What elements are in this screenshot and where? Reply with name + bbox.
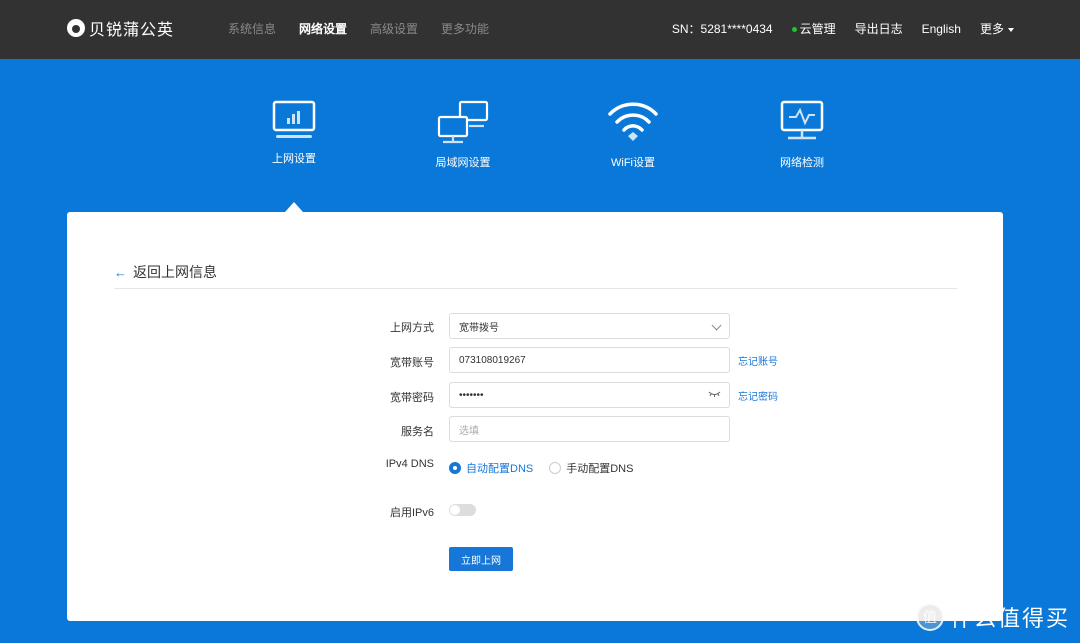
right-nav: SN：5281****0434 云管理 导出日志 English 更多: [672, 20, 1014, 37]
ipv6-label: 启用IPv6: [389, 507, 434, 519]
caret-down-icon: [1008, 27, 1014, 32]
password-label: 宽带密码: [390, 392, 434, 404]
watermark: 值 什么值得买: [915, 601, 1070, 633]
logo-icon: [67, 19, 85, 37]
chevron-down-icon: [711, 320, 722, 331]
serial-number: SN：5281****0434: [671, 22, 773, 36]
main-nav: 系统信息 网络设置 高级设置 更多功能: [228, 20, 489, 37]
radio-label: 自动配置DNS: [466, 463, 534, 475]
brand-name: 贝锐蒲公英: [89, 22, 175, 39]
more-dropdown[interactable]: 更多: [980, 20, 1014, 37]
service-name-label: 服务名: [401, 426, 434, 438]
nav-system-info[interactable]: 系统信息: [228, 20, 276, 37]
radio-checked-icon: [449, 462, 461, 474]
tab-network-diagnostics[interactable]: 网络检测: [742, 100, 862, 170]
ipv6-toggle[interactable]: [449, 504, 476, 516]
cloud-management-label: 云管理: [799, 22, 836, 36]
tab-label: 上网设置: [272, 153, 316, 165]
connect-now-button[interactable]: 立即上网: [449, 547, 513, 571]
connection-type-select[interactable]: 宽带拨号: [449, 313, 730, 339]
password-value: •••••••: [459, 389, 484, 401]
watermark-text: 什么值得买: [949, 606, 1070, 631]
service-name-input[interactable]: 选填: [449, 416, 730, 442]
monitor-chart-icon: [272, 100, 316, 138]
tab-label: WiFi设置: [611, 157, 655, 169]
nav-more-features[interactable]: 更多功能: [441, 20, 489, 37]
password-input[interactable]: •••••••: [449, 382, 730, 408]
watermark-badge-icon: 值: [915, 603, 944, 631]
connection-type-label: 上网方式: [390, 322, 434, 334]
network-monitor-icon: [780, 100, 824, 140]
forgot-password-link[interactable]: 忘记密码: [738, 388, 778, 403]
tab-internet-settings[interactable]: 上网设置: [234, 100, 354, 166]
category-tabs: 上网设置 局域网设置 WiFi设置 网络检测: [0, 100, 1080, 212]
active-tab-pointer: [285, 202, 303, 212]
nav-network-settings[interactable]: 网络设置: [299, 20, 347, 37]
more-label: 更多: [979, 22, 1004, 36]
tab-wifi-settings[interactable]: WiFi设置: [573, 100, 693, 170]
language-switch[interactable]: English: [922, 22, 961, 36]
brand-logo[interactable]: 贝锐蒲公英: [67, 17, 174, 39]
arrow-left-icon: ←: [114, 264, 127, 280]
tab-label: 网络检测: [780, 157, 824, 169]
tab-lan-settings[interactable]: 局域网设置: [403, 100, 523, 170]
dns-label: IPv4 DNS: [385, 458, 434, 470]
eye-closed-icon[interactable]: [708, 390, 721, 399]
divider: [114, 288, 957, 289]
dns-radio-group: 自动配置DNS 手动配置DNS: [449, 460, 633, 476]
top-bar: 贝锐蒲公英 系统信息 网络设置 高级设置 更多功能 SN：5281****043…: [0, 0, 1080, 59]
account-value: 073108019267: [459, 354, 526, 366]
cloud-management-link[interactable]: 云管理: [791, 20, 836, 37]
export-log-link[interactable]: 导出日志: [855, 20, 903, 37]
connection-type-value: 宽带拨号: [459, 322, 499, 334]
service-name-placeholder: 选填: [459, 425, 479, 437]
forgot-account-link[interactable]: 忘记账号: [738, 353, 778, 368]
radio-unchecked-icon: [549, 462, 562, 474]
status-dot-icon: [791, 27, 797, 33]
lan-monitors-icon: [437, 100, 489, 144]
account-input[interactable]: 073108019267: [449, 347, 730, 373]
wifi-icon: [608, 102, 658, 141]
radio-label: 手动配置DNS: [566, 463, 634, 475]
nav-advanced-settings[interactable]: 高级设置: [370, 20, 418, 37]
account-label: 宽带账号: [390, 357, 434, 369]
back-link[interactable]: ← 返回上网信息: [114, 262, 217, 282]
toggle-knob: [450, 505, 460, 515]
radio-auto-dns[interactable]: 自动配置DNS: [449, 460, 533, 476]
internet-settings-card: ← 返回上网信息 上网方式 宽带拨号 宽带账号 073108019267 忘记账…: [67, 212, 1003, 621]
tab-label: 局域网设置: [435, 157, 491, 169]
back-label: 返回上网信息: [133, 264, 217, 280]
radio-manual-dns[interactable]: 手动配置DNS: [549, 460, 633, 476]
